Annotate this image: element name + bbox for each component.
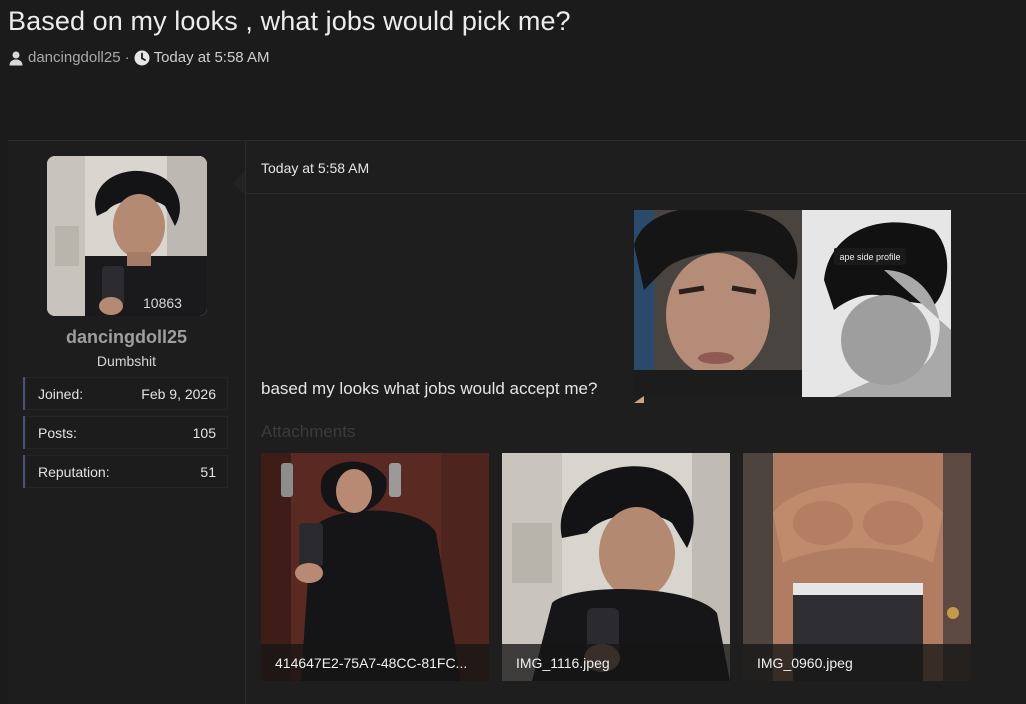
stat-label: Reputation: [38,463,110,480]
thread-meta: dancingdoll25 · Today at 5:58 AM [8,49,1018,66]
avatar[interactable]: 10863 [47,156,207,316]
thread-header: Based on my looks , what jobs would pick… [8,6,1018,66]
attachment-filename: IMG_1116.jpeg [502,644,730,681]
attachment-filename: 414647E2-75A7-48CC-81FC... [261,644,489,681]
user-title: Dumbshit [96,353,157,369]
stat-posts: Posts: 105 [23,416,228,449]
attachments-heading: Attachments [261,422,356,441]
stat-value: 105 [192,424,216,441]
image-caption: ape side profile [839,252,900,262]
stat-value: 51 [200,463,216,480]
post-header-divider [246,193,1026,194]
post-main: Today at 5:58 AM ape side profile based … [246,141,1026,704]
attachment-thumbnail[interactable]: 414647E2-75A7-48CC-81FC... [261,453,489,681]
user-pane: 10863 dancingdoll25 Dumbshit Joined: Feb… [8,141,246,704]
post-username[interactable]: dancingdoll25 [8,327,245,348]
user-icon [8,50,24,66]
stat-label: Posts: [38,424,77,441]
svg-text:10863: 10863 [143,295,182,311]
message-arrow [233,171,245,195]
stat-label: Joined: [38,385,84,402]
post-date-link[interactable]: Today at 5:58 AM [261,160,369,176]
post: 10863 dancingdoll25 Dumbshit Joined: Feb… [8,140,1026,704]
attachment-filename: IMG_0960.jpeg [743,644,971,681]
attachment-thumbnail[interactable]: IMG_0960.jpeg [743,453,971,681]
thread-title: Based on my looks , what jobs would pick… [8,6,571,36]
inline-image[interactable]: ape side profile [634,210,951,397]
broken-image-icon [634,390,644,403]
attachment-thumbnail[interactable]: IMG_1116.jpeg [502,453,730,681]
stat-value: Feb 9, 2026 [141,385,216,402]
stat-reputation: Reputation: 51 [23,455,228,488]
post-body: based my looks what jobs would accept me… [261,379,598,398]
thread-author-link[interactable]: dancingdoll25 [28,49,121,66]
thread-timestamp-link[interactable]: Today at 5:58 AM [154,49,270,66]
clock-icon [134,50,150,66]
stat-joined: Joined: Feb 9, 2026 [23,377,228,410]
meta-separator: · [124,49,130,66]
